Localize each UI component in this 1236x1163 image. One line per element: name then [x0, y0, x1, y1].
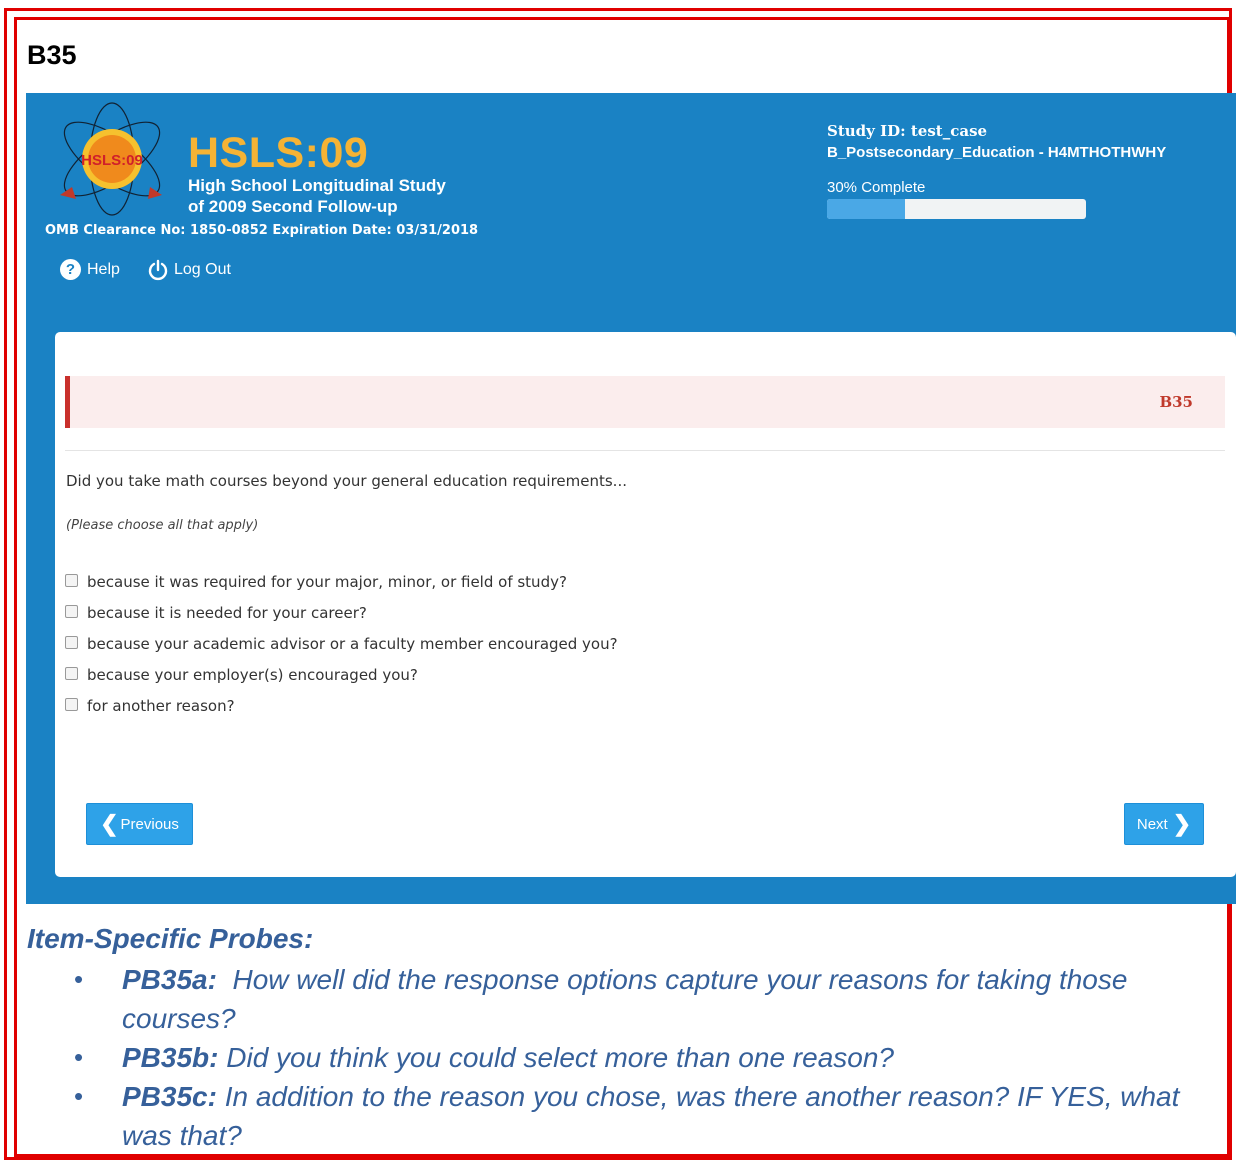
- probe-id: PB35b:: [122, 1042, 219, 1073]
- previous-button[interactable]: ❮ Previous: [86, 803, 193, 845]
- option-label: because your employer(s) encouraged you?: [87, 665, 418, 684]
- hsls-logo: HSLS:09: [60, 102, 162, 216]
- logout-label: Log Out: [174, 261, 231, 278]
- previous-label: Previous: [120, 815, 179, 833]
- chevron-left-icon: ❮: [100, 811, 119, 836]
- probe-text: In addition to the reason you chose, was…: [122, 1081, 1180, 1151]
- option-label: because your academic advisor or a facul…: [87, 634, 618, 653]
- probe-text: How well did the response options captur…: [122, 964, 1128, 1034]
- app-subtitle: High School Longitudinal Study of 2009 S…: [188, 175, 446, 217]
- question-instruction: (Please choose all that apply): [66, 518, 259, 533]
- option-label: for another reason?: [87, 696, 235, 715]
- checkbox[interactable]: [65, 697, 78, 711]
- probe-item: • PB35c: In addition to the reason you c…: [74, 1077, 1202, 1155]
- chevron-right-icon: ❯: [1172, 811, 1192, 836]
- next-button[interactable]: Next ❯: [1124, 803, 1204, 845]
- progress-fill: [827, 199, 905, 219]
- checkbox[interactable]: [65, 604, 78, 618]
- probe-text: Did you think you could select more than…: [226, 1042, 894, 1073]
- question-text: Did you take math courses beyond your ge…: [66, 472, 627, 490]
- checkbox[interactable]: [65, 666, 78, 680]
- option-label: because it is needed for your career?: [87, 603, 367, 622]
- omb-clearance: OMB Clearance No: 1850-0852 Expiration D…: [45, 223, 479, 238]
- survey-screenshot: HSLS:09 HSLS:09 High School Longitudinal…: [26, 93, 1236, 904]
- question-code: B35: [1159, 393, 1193, 411]
- checkbox[interactable]: [65, 635, 78, 649]
- help-label: Help: [87, 260, 120, 278]
- subtitle-line-2: of 2009 Second Follow-up: [188, 197, 398, 216]
- page-label: B35: [27, 40, 77, 70]
- option-2[interactable]: because it is needed for your career?: [65, 597, 618, 628]
- app-title: HSLS:09: [188, 129, 369, 177]
- probes-title: Item-Specific Probes:: [27, 923, 314, 954]
- question-card: B35 Did you take math courses beyond you…: [55, 332, 1236, 877]
- probe-item: • PB35a: How well did the response optio…: [74, 960, 1202, 1038]
- option-label: because it was required for your major, …: [87, 572, 567, 591]
- section-code: B_Postsecondary_Education - H4MTHOTHWHY: [827, 144, 1167, 161]
- checkbox[interactable]: [65, 573, 78, 587]
- probe-id: PB35c:: [122, 1081, 217, 1112]
- bullet: •: [74, 964, 84, 994]
- study-id: Study ID: test_case: [827, 122, 988, 140]
- svg-text:HSLS:09: HSLS:09: [81, 152, 143, 169]
- option-4[interactable]: because your employer(s) encouraged you?: [65, 659, 618, 690]
- option-5[interactable]: for another reason?: [65, 690, 618, 721]
- probe-item: • PB35b: Did you think you could select …: [74, 1038, 1202, 1077]
- divider: [65, 450, 1225, 451]
- subtitle-line-1: High School Longitudinal Study: [188, 176, 446, 195]
- next-label: Next: [1136, 815, 1168, 833]
- question-code-bar: B35: [65, 376, 1225, 428]
- options-list: because it was required for your major, …: [65, 566, 618, 721]
- power-icon: [148, 259, 168, 281]
- option-3[interactable]: because your academic advisor or a facul…: [65, 628, 618, 659]
- option-1[interactable]: because it was required for your major, …: [65, 566, 618, 597]
- probe-id: PB35a:: [122, 964, 217, 995]
- logout-link[interactable]: Log Out: [147, 259, 231, 281]
- bullet: •: [74, 1081, 84, 1111]
- bullet: •: [74, 1042, 84, 1072]
- help-link[interactable]: ? Help: [60, 259, 120, 280]
- help-icon: ?: [60, 259, 81, 280]
- progress-bar: [827, 199, 1086, 219]
- progress-label: 30% Complete: [827, 179, 926, 196]
